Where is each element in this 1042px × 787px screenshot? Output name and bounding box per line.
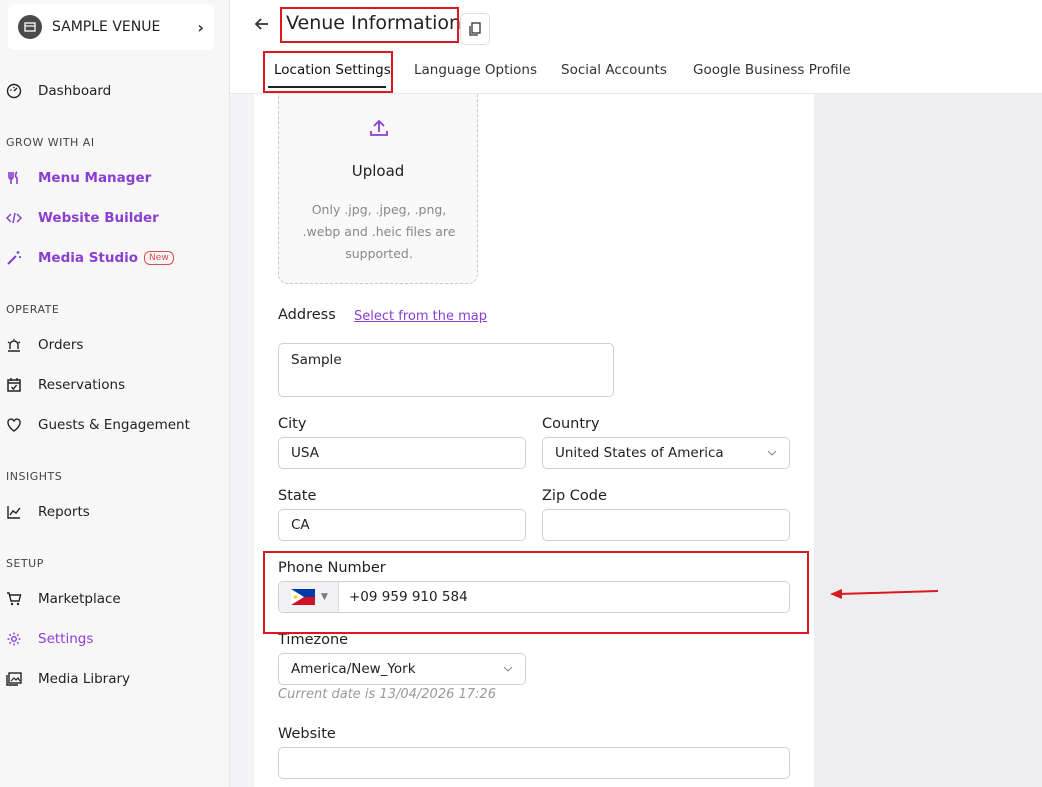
- tab-language-options[interactable]: Language Options: [414, 62, 537, 78]
- calendar-check-icon: [6, 377, 22, 393]
- image-upload-dropzone[interactable]: Upload Only .jpg, .jpeg, .png, .webp and…: [278, 94, 478, 284]
- venue-name: SAMPLE VENUE: [52, 19, 161, 35]
- copy-icon: [469, 22, 481, 36]
- sidebar-item-label: Media Library: [38, 671, 131, 687]
- sidebar-item-label: Orders: [38, 337, 84, 353]
- sidebar: SAMPLE VENUE › Dashboard GROW WITH AI Me…: [0, 0, 230, 787]
- venue-switcher[interactable]: SAMPLE VENUE ›: [8, 4, 214, 50]
- sidebar-item-marketplace[interactable]: Marketplace: [6, 586, 121, 612]
- country-select[interactable]: United States of America: [542, 437, 790, 469]
- store-icon: [18, 15, 42, 39]
- sidebar-item-orders[interactable]: Orders: [6, 332, 83, 358]
- upload-icon: [370, 119, 388, 136]
- right-panel-background: [814, 94, 1042, 787]
- bell-alarm-icon: [6, 337, 22, 353]
- sidebar-item-label: Settings: [38, 631, 94, 647]
- sidebar-item-reservations[interactable]: Reservations: [6, 372, 125, 398]
- address-label: Address: [278, 307, 336, 323]
- timezone-select-value: America/New_York: [291, 661, 416, 677]
- magic-wand-icon: [6, 250, 22, 266]
- highlight-box-phone: [263, 551, 809, 634]
- city-label: City: [278, 416, 307, 432]
- section-label-grow: GROW WITH AI: [6, 136, 95, 149]
- sidebar-item-label: Menu Manager: [38, 170, 152, 186]
- state-label: State: [278, 488, 317, 504]
- page-header: Venue Information Location Settings Lang…: [230, 0, 1042, 94]
- tab-social-accounts[interactable]: Social Accounts: [561, 62, 667, 78]
- state-field[interactable]: CA: [278, 509, 526, 541]
- sidebar-item-menu-manager[interactable]: Menu Manager: [6, 165, 151, 191]
- heart-icon: [6, 417, 22, 433]
- new-badge: New: [144, 251, 174, 265]
- sidebar-item-label: Reservations: [38, 377, 126, 393]
- upload-hint: Only .jpg, .jpeg, .png, .webp and .heic …: [302, 202, 456, 261]
- chevron-right-icon: ›: [197, 17, 204, 37]
- line-chart-icon: [6, 504, 22, 520]
- website-label: Website: [278, 726, 336, 742]
- code-icon: [6, 210, 22, 226]
- sidebar-item-reports[interactable]: Reports: [6, 499, 90, 525]
- sidebar-item-settings[interactable]: Settings: [6, 626, 93, 652]
- country-select-value: United States of America: [555, 445, 724, 461]
- sidebar-item-dashboard[interactable]: Dashboard: [6, 78, 111, 104]
- zip-label: Zip Code: [542, 488, 607, 504]
- website-field[interactable]: [278, 747, 790, 779]
- section-label-insights: INSIGHTS: [6, 470, 63, 483]
- sidebar-item-label: Website Builder: [38, 210, 159, 226]
- upload-title: Upload: [351, 162, 405, 180]
- section-label-setup: SETUP: [6, 557, 44, 570]
- sidebar-item-label: Media Studio: [38, 250, 139, 266]
- location-settings-form: Upload Only .jpg, .jpeg, .png, .webp and…: [254, 94, 814, 787]
- chevron-down-icon: [767, 450, 777, 456]
- red-arrow-annotation: [830, 589, 939, 599]
- sidebar-item-label: Marketplace: [38, 591, 121, 607]
- sidebar-item-label: Dashboard: [38, 83, 112, 99]
- timezone-select[interactable]: America/New_York: [278, 653, 526, 685]
- chevron-down-icon: [503, 666, 513, 672]
- gear-icon: [6, 631, 22, 647]
- highlight-box-title: [280, 7, 459, 43]
- images-icon: [6, 671, 22, 687]
- address-field[interactable]: Sample: [278, 343, 614, 397]
- timezone-label: Timezone: [278, 632, 349, 648]
- sidebar-item-media-library[interactable]: Media Library: [6, 666, 130, 692]
- copy-button[interactable]: [460, 13, 490, 45]
- sidebar-item-label: Guests & Engagement: [38, 417, 190, 433]
- country-label: Country: [542, 416, 600, 432]
- timezone-hint: Current date is 13/04/2026 17:26: [278, 687, 496, 702]
- sidebar-item-media-studio[interactable]: Media Studio New: [6, 245, 174, 271]
- select-from-map-link[interactable]: Select from the map: [354, 309, 487, 324]
- city-field[interactable]: USA: [278, 437, 526, 469]
- sidebar-item-guests[interactable]: Guests & Engagement: [6, 412, 190, 438]
- sidebar-item-website-builder[interactable]: Website Builder: [6, 205, 159, 231]
- sidebar-item-label: Reports: [38, 504, 90, 520]
- cart-icon: [6, 591, 22, 607]
- fork-knife-icon: [6, 170, 22, 186]
- tab-google-business-profile[interactable]: Google Business Profile: [693, 62, 851, 78]
- back-arrow-icon[interactable]: [252, 14, 272, 34]
- highlight-box-tab: [263, 51, 393, 93]
- section-label-operate: OPERATE: [6, 303, 60, 316]
- zip-field[interactable]: [542, 509, 790, 541]
- gauge-icon: [6, 83, 22, 99]
